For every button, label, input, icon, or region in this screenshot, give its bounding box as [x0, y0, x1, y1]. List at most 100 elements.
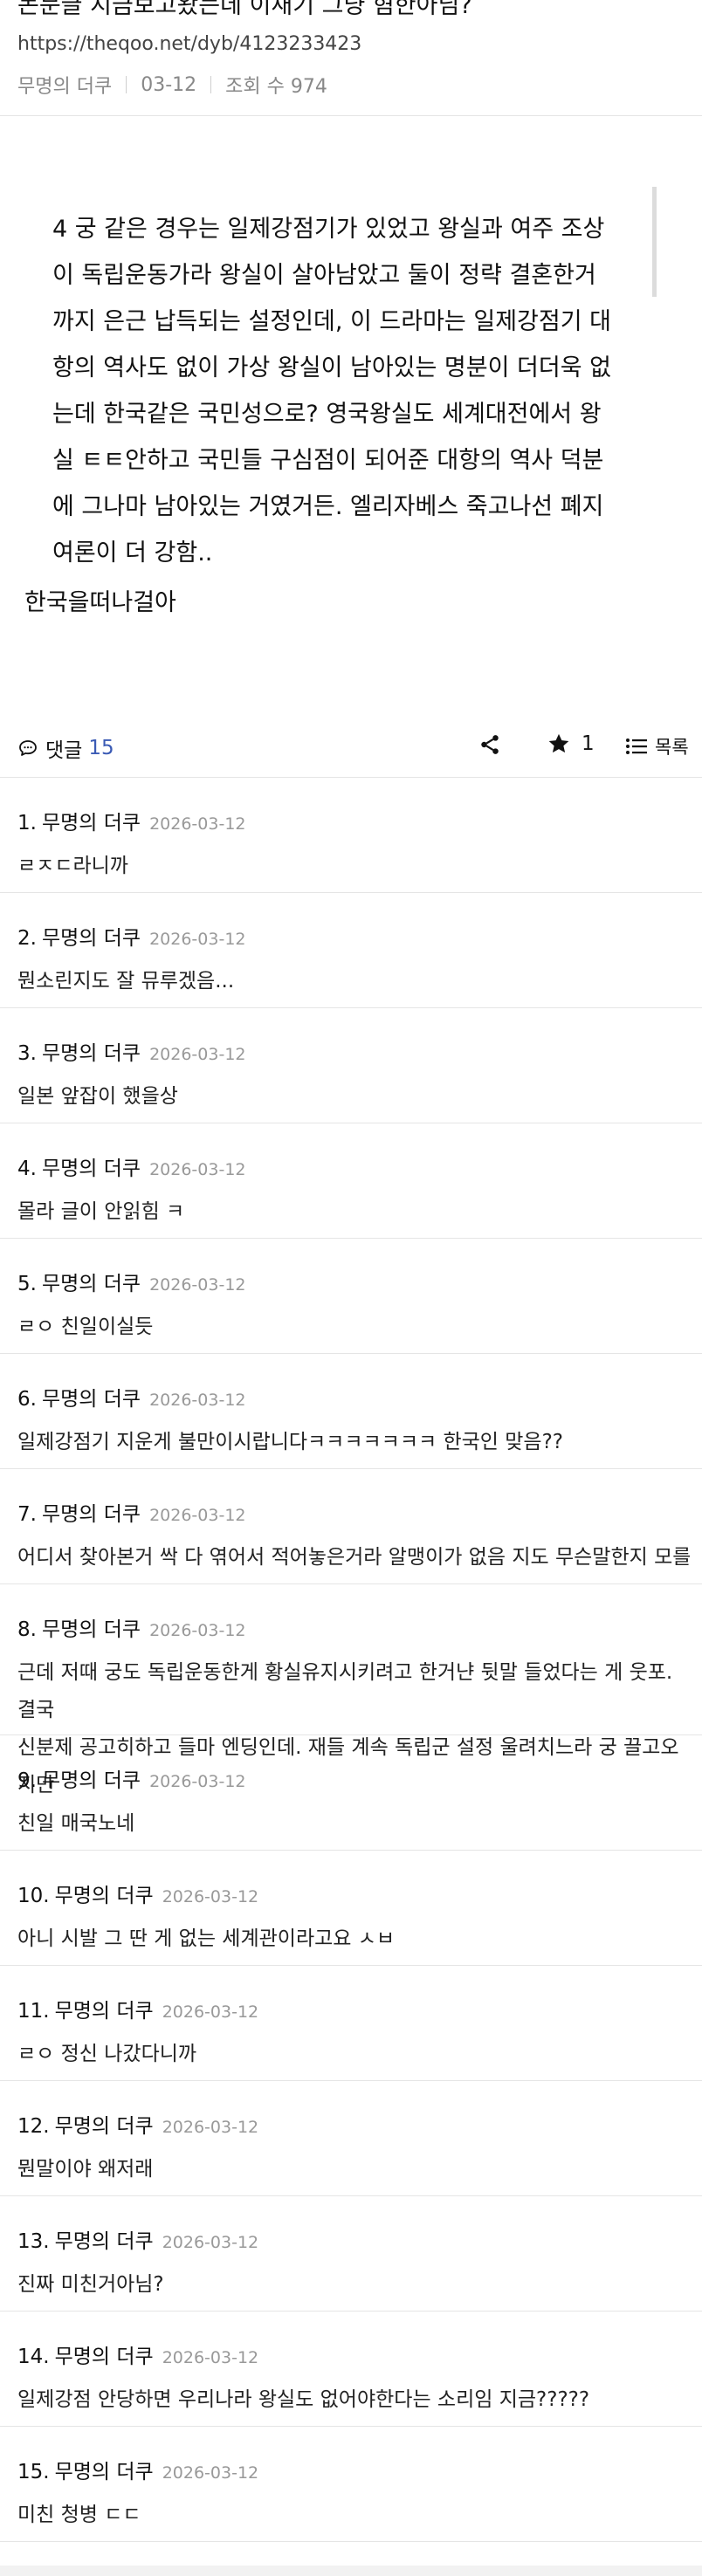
comment-author[interactable]: 무명의 더쿠: [55, 2339, 154, 2369]
quoted-text-block: 4 궁 같은 경우는 일제강점기가 있었고 왕실과 여주 조상 이 독립운동가라…: [35, 187, 657, 567]
comment-author[interactable]: 무명의 더쿠: [55, 1994, 154, 2023]
comment-text: 몰라 글이 안읽힘 ㅋ: [17, 1200, 185, 1223]
comment-date: 2026-03-12: [162, 2233, 259, 2252]
comment-author[interactable]: 무명의 더쿠: [55, 1879, 154, 1908]
comment-text: 일본 앞잡이 했을상: [17, 1085, 178, 1108]
comment-header: 9. 무명의 더쿠 2026-03-12: [17, 1763, 246, 1793]
comment-text: ㄹㅇ 친일이실듯: [17, 1315, 154, 1338]
comment-text: 어디서 찾아본거 싹 다 엮어서 적어놓은거라 알맹이가 없음 지도 무슨말한지…: [17, 1546, 690, 1569]
comment-number: 9.: [17, 1769, 37, 1792]
comment-text: 미친 청병 ㄷㄷ: [17, 2504, 141, 2526]
comment-item: 9. 무명의 더쿠 2026-03-12 친일 매국노네: [0, 1735, 702, 1851]
post-meta: 무명의 더쿠 03-12 조회 수 974: [17, 71, 327, 99]
list-label: 목록: [655, 737, 689, 758]
comment-item: 5. 무명의 더쿠 2026-03-12 ㄹㅇ 친일이실듯: [0, 1239, 702, 1354]
comment-list: 1. 무명의 더쿠 2026-03-12 ㄹㅈㄷ라니까 2. 무명의 더쿠 20…: [0, 778, 702, 2542]
comment-label: 댓글: [45, 739, 83, 762]
comment-number: 10.: [17, 1885, 50, 1907]
post-header: 논문글 지금보고왔는데 이새기 그냥 혐한아님? https://theqoo.…: [0, 0, 702, 116]
comment-header: 2. 무명의 더쿠 2026-03-12: [17, 921, 246, 951]
comment-date: 2026-03-12: [149, 1621, 246, 1640]
comment-date: 2026-03-12: [162, 2118, 259, 2137]
comment-author[interactable]: 무명의 더쿠: [42, 806, 141, 835]
comment-number: 14.: [17, 2346, 50, 2368]
comment-text: ㄹㅇ 정신 나갔다니까: [17, 2043, 197, 2065]
post-body-text: 한국을떠나걸아: [24, 589, 176, 616]
comment-author[interactable]: 무명의 더쿠: [42, 1267, 141, 1296]
comment-number: 3.: [17, 1042, 37, 1065]
comment-text: 아니 시발 그 딴 게 없는 세계관이라고요 ㅅㅂ: [17, 1927, 396, 1950]
comment-header: 10. 무명의 더쿠 2026-03-12: [17, 1879, 258, 1908]
page-bottom-divider: [0, 2566, 702, 2576]
comment-author[interactable]: 무명의 더쿠: [55, 2224, 154, 2254]
list-button[interactable]: 목록: [625, 733, 689, 759]
comment-text: ㄹㅈㄷ라니까: [17, 855, 128, 877]
comment-header: 5. 무명의 더쿠 2026-03-12: [17, 1267, 246, 1296]
comment-item: 7. 무명의 더쿠 2026-03-12 어디서 찾아본거 싹 다 엮어서 적어…: [0, 1469, 702, 1584]
comment-number: 1.: [17, 812, 37, 835]
comment-header: 15. 무명의 더쿠 2026-03-12: [17, 2455, 258, 2484]
post-title: 논문글 지금보고왔는데 이새기 그냥 혐한아님?: [17, 0, 472, 19]
comment-header: 14. 무명의 더쿠 2026-03-12: [17, 2339, 258, 2369]
comment-text: 일제강점 안당하면 우리나라 왕실도 없어야한다는 소리임 지금?????: [17, 2388, 590, 2411]
share-icon: [481, 735, 499, 754]
comment-number: 7.: [17, 1503, 37, 1526]
comment-item: 6. 무명의 더쿠 2026-03-12 일제강점기 지운게 불만이시랍니다ㅋㅋ…: [0, 1354, 702, 1469]
recommend-button[interactable]: 1: [547, 732, 595, 756]
comment-author[interactable]: 무명의 더쿠: [42, 1763, 141, 1793]
quote-text: 4 궁 같은 경우는 일제강점기가 있었고 왕실과 여주 조상 이 독립운동가라…: [52, 216, 611, 567]
comment-item: 4. 무명의 더쿠 2026-03-12 몰라 글이 안읽힘 ㅋ: [0, 1123, 702, 1239]
post-author[interactable]: 무명의 더쿠: [17, 71, 112, 99]
post-views: 조회 수 974: [225, 76, 327, 98]
comment-date: 2026-03-12: [149, 1772, 246, 1791]
comment-header: 1. 무명의 더쿠 2026-03-12: [17, 806, 246, 835]
comment-item: 15. 무명의 더쿠 2026-03-12 미친 청병 ㄷㄷ: [0, 2427, 702, 2542]
comment-date: 2026-03-12: [149, 1506, 246, 1525]
comment-text: 일제강점기 지운게 불만이시랍니다ㅋㅋㅋㅋㅋㅋㅋ 한국인 맞음??: [17, 1431, 563, 1453]
comment-number: 6.: [17, 1388, 37, 1411]
comment-item: 3. 무명의 더쿠 2026-03-12 일본 앞잡이 했을상: [0, 1008, 702, 1123]
comment-item: 10. 무명의 더쿠 2026-03-12 아니 시발 그 딴 게 없는 세계관…: [0, 1851, 702, 1966]
comment-count-button[interactable]: 댓글 15: [17, 733, 114, 763]
comment-number: 5.: [17, 1273, 37, 1295]
comment-text: 뭔말이야 왜저래: [17, 2158, 154, 2181]
list-icon: [626, 738, 647, 754]
comment-date: 2026-03-12: [149, 1391, 246, 1410]
comment-number: 8.: [17, 1618, 37, 1641]
comment-text: 친일 매국노네: [17, 1812, 135, 1835]
meta-divider: [210, 76, 212, 93]
post-page: 논문글 지금보고왔는데 이새기 그냥 혐한아님? https://theqoo.…: [0, 0, 702, 2576]
comment-text: 진짜 미친거아님?: [17, 2273, 164, 2296]
comment-date: 2026-03-12: [162, 2002, 259, 2022]
comment-item: 2. 무명의 더쿠 2026-03-12 뭔소린지도 잘 뮤루겠음...: [0, 893, 702, 1008]
comment-author[interactable]: 무명의 더쿠: [42, 1612, 141, 1642]
comment-author[interactable]: 무명의 더쿠: [42, 1497, 141, 1527]
comment-date: 2026-03-12: [162, 1887, 259, 1906]
comment-header: 8. 무명의 더쿠 2026-03-12: [17, 1612, 246, 1642]
comment-item: 8. 무명의 더쿠 2026-03-12 근데 저때 궁도 독립운동한게 황실유…: [0, 1584, 702, 1796]
comment-author[interactable]: 무명의 더쿠: [55, 2109, 154, 2139]
post-url-link[interactable]: https://theqoo.net/dyb/4123233423: [17, 33, 361, 55]
comment-date: 2026-03-12: [149, 930, 246, 949]
comment-date: 2026-03-12: [149, 814, 246, 834]
comment-header: 13. 무명의 더쿠 2026-03-12: [17, 2224, 258, 2254]
recommend-count: 1: [582, 732, 595, 755]
meta-divider: [126, 76, 127, 93]
comment-author[interactable]: 무명의 더쿠: [55, 2455, 154, 2484]
comment-author[interactable]: 무명의 더쿠: [42, 1151, 141, 1181]
comment-author[interactable]: 무명의 더쿠: [42, 921, 141, 951]
share-button[interactable]: [478, 733, 501, 759]
comment-date: 2026-03-12: [149, 1045, 246, 1064]
comment-date: 2026-03-12: [162, 2348, 259, 2367]
comment-action-bar: 댓글 15 1 목록: [0, 718, 702, 778]
comment-author[interactable]: 무명의 더쿠: [42, 1036, 141, 1066]
comment-number: 11.: [17, 2000, 50, 2023]
comment-header: 12. 무명의 더쿠 2026-03-12: [17, 2109, 258, 2139]
comment-header: 7. 무명의 더쿠 2026-03-12: [17, 1497, 246, 1527]
comment-item: 13. 무명의 더쿠 2026-03-12 진짜 미친거아님?: [0, 2196, 702, 2312]
comment-item: 1. 무명의 더쿠 2026-03-12 ㄹㅈㄷ라니까: [0, 778, 702, 893]
comment-number: 12.: [17, 2115, 50, 2138]
comment-author[interactable]: 무명의 더쿠: [42, 1382, 141, 1412]
post-date: 03-12: [141, 73, 197, 96]
star-icon: [548, 733, 569, 753]
